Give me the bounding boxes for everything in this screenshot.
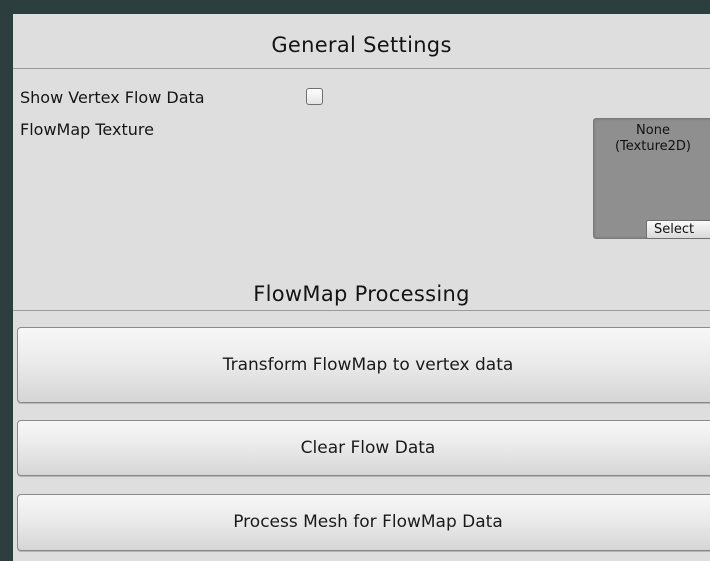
transform-flowmap-button[interactable]: Transform FlowMap to vertex data — [17, 327, 710, 403]
flowmap-texture-label: FlowMap Texture — [20, 120, 154, 139]
flowmap-texture-slot[interactable]: None (Texture2D) Select — [593, 118, 710, 239]
flowmap-processing-header: FlowMap Processing — [253, 282, 470, 306]
flowmap-processing-divider — [13, 310, 710, 311]
inspector-panel: General Settings Show Vertex Flow Data F… — [13, 14, 710, 561]
texture-select-button[interactable]: Select — [646, 220, 710, 239]
show-vertex-flow-checkbox[interactable] — [306, 88, 323, 105]
show-vertex-flow-label: Show Vertex Flow Data — [20, 88, 205, 107]
clear-flow-data-button[interactable]: Clear Flow Data — [17, 420, 710, 476]
process-mesh-button[interactable]: Process Mesh for FlowMap Data — [17, 494, 710, 551]
texture-slot-value-none: None — [636, 123, 670, 138]
general-settings-header: General Settings — [271, 33, 452, 57]
texture-slot-value-type: (Texture2D) — [614, 139, 691, 154]
general-settings-divider — [13, 68, 710, 69]
